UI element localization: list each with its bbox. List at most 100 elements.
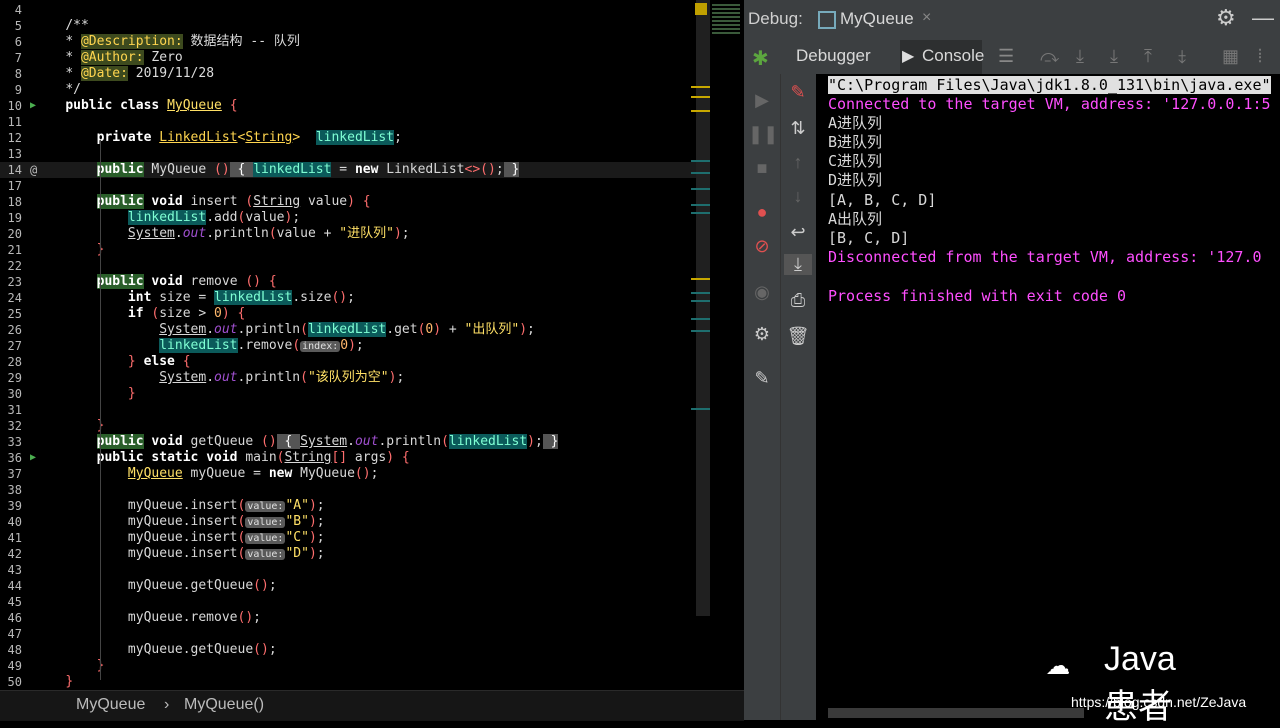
line-number[interactable]: 4 [0,2,22,18]
code-text[interactable]: } [34,658,105,674]
code-line[interactable]: 8 * @Date: 2019/11/28 [0,66,710,82]
line-number[interactable]: 20 [0,226,22,242]
scroll-mark[interactable] [691,96,710,98]
code-line[interactable]: 7 * @Author: Zero [0,50,710,66]
scroll-mark[interactable] [691,212,710,214]
code-line[interactable]: 43 [0,562,710,578]
line-number[interactable]: 33 [0,434,22,450]
code-line[interactable]: 30 } [0,386,710,402]
line-number[interactable]: 28 [0,354,22,370]
line-number[interactable]: 9 [0,82,22,98]
code-text[interactable]: myQueue.remove(); [34,610,261,626]
code-text[interactable]: linkedList.remove(index: 0); [34,338,364,355]
code-line[interactable]: 14 @ public MyQueue () { linkedList = new… [0,162,710,178]
code-line[interactable]: 10 ▶ public class MyQueue { [0,98,710,114]
line-number[interactable]: 8 [0,66,22,82]
tab-console[interactable]: ▶ Console [900,40,984,77]
run-to-cursor-icon[interactable]: ⤈ [1178,46,1186,67]
code-text[interactable]: } [34,386,136,402]
code-text[interactable]: * @Author: Zero [34,50,183,66]
code-line[interactable]: 49 } [0,658,710,674]
code-line[interactable]: 39 myQueue.insert(value: "A"); [0,498,710,514]
code-line[interactable]: 29 System.out.println("该队列为空"); [0,370,710,386]
code-line[interactable]: 26 System.out.println(linkedList.get(0) … [0,322,710,338]
code-line[interactable]: 46 myQueue.remove(); [0,610,710,626]
code-text[interactable]: private LinkedList<String> linkedList; [34,130,402,146]
line-number[interactable]: 50 [0,674,22,690]
code-line[interactable]: 45 [0,594,710,610]
line-number[interactable]: 11 [0,114,22,130]
evaluate-icon[interactable]: ▦ [1222,46,1239,67]
stop-icon[interactable]: ■ [748,158,776,179]
code-line[interactable]: 5 /** [0,18,710,34]
line-number[interactable]: 13 [0,146,22,162]
scroll-mark[interactable] [691,278,710,280]
code-line[interactable]: 17 [0,178,710,194]
more-icon[interactable]: ⦙ [1258,46,1262,67]
code-text[interactable]: public class MyQueue { [34,98,237,114]
scroll-mark[interactable] [691,110,710,112]
down-arrow-icon[interactable]: ↓ [784,186,812,207]
line-number[interactable]: 38 [0,482,22,498]
scroll-mark[interactable] [691,300,710,302]
code-line[interactable]: 24 int size = linkedList.size(); [0,290,710,306]
up-arrow-icon[interactable]: ↑ [784,152,812,173]
debug-session-tab[interactable]: MyQueue [840,9,914,29]
line-number[interactable]: 19 [0,210,22,226]
line-number[interactable]: 7 [0,50,22,66]
line-number[interactable]: 18 [0,194,22,210]
scroll-mark[interactable] [691,86,710,88]
code-line[interactable]: 31 [0,402,710,418]
code-text[interactable]: MyQueue myQueue = new MyQueue(); [34,466,378,482]
code-line[interactable]: 6 * @Description: 数据结构 -- 队列 [0,34,710,50]
line-number[interactable]: 24 [0,290,22,306]
line-number[interactable]: 5 [0,18,22,34]
editor-scrollbar[interactable] [696,0,710,616]
code-text[interactable]: */ [34,82,81,98]
code-text[interactable]: * @Description: 数据结构 -- 队列 [34,34,300,50]
code-line[interactable]: 11 [0,114,710,130]
line-number[interactable]: 41 [0,530,22,546]
tab-debugger[interactable]: Debugger [796,46,871,66]
code-text[interactable]: myQueue.insert(value: "A"); [34,498,325,515]
code-text[interactable]: public MyQueue () { linkedList = new Lin… [34,162,520,178]
line-number[interactable]: 32 [0,418,22,434]
breadcrumb-class[interactable]: MyQueue [76,696,145,714]
menu-icon[interactable]: ☰ [998,46,1014,67]
code-text[interactable]: linkedList.add(value); [34,210,300,226]
code-text[interactable]: int size = linkedList.size(); [34,290,355,306]
pause-icon[interactable]: ❚❚ [748,124,778,145]
step-out-icon[interactable]: ⤒ [1144,46,1152,67]
code-line[interactable]: 38 [0,482,710,498]
code-text[interactable]: System.out.println("该队列为空"); [34,370,404,386]
line-number[interactable]: 49 [0,658,22,674]
line-number[interactable]: 43 [0,562,22,578]
code-line[interactable]: 9 */ [0,82,710,98]
code-line[interactable]: 48 myQueue.getQueue(); [0,642,710,658]
line-number[interactable]: 48 [0,642,22,658]
step-over-icon[interactable]: ⤼ [1040,46,1059,67]
code-line[interactable]: 13 [0,146,710,162]
line-number[interactable]: 22 [0,258,22,274]
code-text[interactable]: /** [34,18,88,34]
scroll-mark[interactable] [691,330,710,332]
code-line[interactable]: 37 MyQueue myQueue = new MyQueue(); [0,466,710,482]
gear-icon[interactable]: ⚙ [1216,5,1236,31]
line-number[interactable]: 40 [0,514,22,530]
code-line[interactable]: 4 [0,2,710,18]
scroll-mark[interactable] [691,292,710,294]
line-number[interactable]: 31 [0,402,22,418]
line-number[interactable]: 47 [0,626,22,642]
code-line[interactable]: 50 } [0,674,710,690]
scroll-mark[interactable] [691,204,710,206]
code-line[interactable]: 20 System.out.println(value + "进队列"); [0,226,710,242]
code-line[interactable]: 21 } [0,242,710,258]
code-text[interactable]: } [34,418,105,434]
line-number[interactable]: 29 [0,370,22,386]
code-text[interactable]: public void remove () { [34,274,277,290]
code-line[interactable]: 23 public void remove () { [0,274,710,290]
breadcrumb-method[interactable]: MyQueue() [184,696,264,714]
scroll-mark[interactable] [691,160,710,162]
code-text[interactable]: myQueue.getQueue(); [34,578,277,594]
scroll-mark[interactable] [691,172,710,174]
